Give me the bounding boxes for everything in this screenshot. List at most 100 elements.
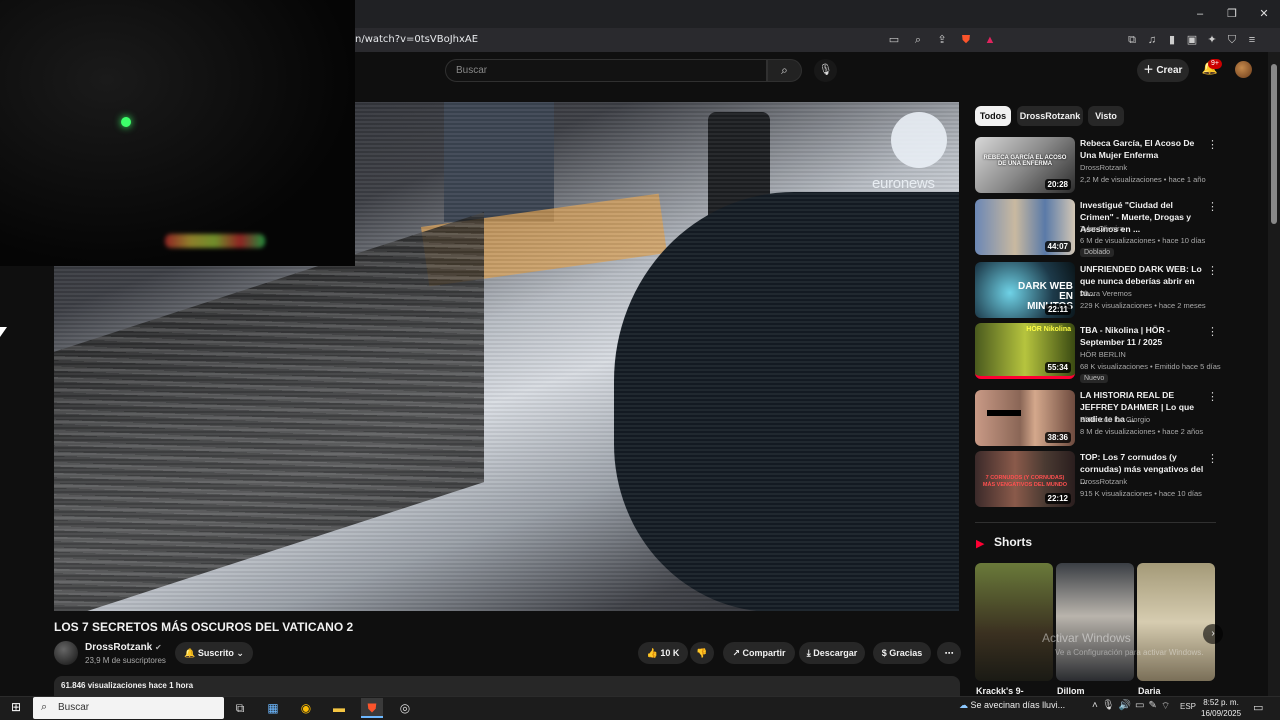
- subscriber-count: 23,9 M de suscriptores: [85, 656, 166, 665]
- video-thumbnail[interactable]: DARK WEB EN MINUTOS 22:11: [975, 262, 1075, 318]
- channel-name[interactable]: HÖR BERLIN: [1080, 350, 1126, 359]
- display-icon[interactable]: ▭: [1135, 700, 1144, 713]
- video-title[interactable]: Rebeca García, El Acoso De Una Mujer Enf…: [1080, 137, 1204, 161]
- short-thumbnail[interactable]: [1137, 563, 1215, 681]
- activate-windows-subtitle: Ve a Configuración para activar Windows.: [1055, 648, 1204, 657]
- thanks-button[interactable]: $ Gracias: [873, 642, 931, 664]
- tab-icon[interactable]: ⧉: [1124, 31, 1140, 49]
- video-meta: 2,2 M de visualizaciones • hace 1 año: [1080, 175, 1206, 184]
- like-button[interactable]: 👍 10 K: [638, 642, 688, 664]
- video-duration: 55:34: [1044, 362, 1071, 373]
- create-button[interactable]: ＋ Crear: [1137, 59, 1189, 82]
- video-title[interactable]: TBA - Nikolina | HÖR - September 11 / 20…: [1080, 324, 1204, 348]
- brave-shield-icon[interactable]: ⛊: [958, 31, 974, 49]
- address-bar-icons: ▭ ⌕ ⇪ ⛊ ▲: [886, 31, 998, 49]
- subscribed-button[interactable]: 🔔 Suscrito ⌄: [175, 642, 253, 664]
- sidebar-icon[interactable]: ▮: [1164, 31, 1180, 49]
- url-text[interactable]: n/watch?v=0tsVBoJhxAE: [355, 34, 478, 45]
- windows-start-icon[interactable]: ⊞: [8, 700, 24, 716]
- leo-icon[interactable]: ✦: [1204, 31, 1220, 49]
- microphone-icon[interactable]: 🎙: [1102, 700, 1115, 713]
- video-thumbnail[interactable]: 38:36: [975, 390, 1075, 446]
- more-actions-button[interactable]: ⋯: [937, 642, 961, 664]
- short-title[interactable]: Dillom: [1057, 686, 1085, 696]
- short-thumbnail[interactable]: [1056, 563, 1134, 681]
- more-vert-icon[interactable]: ⋮: [1207, 325, 1218, 338]
- channel-name[interactable]: DrossRotzank ✔: [85, 642, 162, 653]
- video-thumbnail[interactable]: 44:07: [975, 199, 1075, 255]
- webcam-led-strip: [165, 234, 265, 248]
- search-input[interactable]: Buscar: [445, 59, 767, 82]
- close-button[interactable]: ✕: [1248, 0, 1280, 28]
- share-button[interactable]: ↗ Compartir: [723, 642, 795, 664]
- music-icon[interactable]: ♫: [1144, 31, 1160, 49]
- views-and-date: 61.846 visualizaciones hace 1 hora: [61, 681, 194, 690]
- user-avatar[interactable]: [1235, 61, 1252, 78]
- more-vert-icon[interactable]: ⋮: [1207, 452, 1218, 465]
- activate-windows-title: Activar Windows: [1042, 631, 1131, 645]
- more-vert-icon[interactable]: ⋮: [1207, 390, 1218, 403]
- short-title[interactable]: Krackk's 9-: [976, 686, 1024, 696]
- download-label: Descargar: [813, 648, 858, 658]
- menu-icon[interactable]: ≡: [1244, 31, 1260, 49]
- notification-center-icon[interactable]: ▭: [1253, 701, 1263, 714]
- verified-icon: ✔: [155, 643, 162, 652]
- channel-name[interactable]: Ahora Veremos: [1080, 289, 1132, 298]
- channel-avatar[interactable]: [54, 641, 78, 665]
- subscribed-label: Suscrito: [197, 648, 234, 658]
- video-thumbnail[interactable]: REBECA GARCÍA EL ACOSO DE UNA ENFERMA 20…: [975, 137, 1075, 193]
- video-thumbnail[interactable]: HÖR Nikolina 55:34: [975, 323, 1075, 379]
- weather-widget[interactable]: ☁ Se avecinan días lluvi...: [959, 700, 1065, 711]
- pen-icon[interactable]: ✎: [1148, 700, 1156, 713]
- notification-badge: 9+: [1208, 59, 1222, 69]
- chip-all[interactable]: Todos: [975, 106, 1011, 126]
- short-thumbnail[interactable]: [975, 563, 1053, 681]
- chip-watched[interactable]: Visto: [1088, 106, 1124, 126]
- short-title[interactable]: Daria: [1138, 686, 1161, 696]
- video-thumbnail[interactable]: 7 CORNUDOS (Y CORNUDAS) MÁS VENGATIVOS D…: [975, 451, 1075, 507]
- rewards-icon[interactable]: ▲: [982, 31, 998, 49]
- more-vert-icon[interactable]: ⋮: [1207, 264, 1218, 277]
- chevron-right-icon[interactable]: ›: [1203, 624, 1223, 644]
- search-button[interactable]: ⌕: [767, 59, 802, 82]
- voice-search-button[interactable]: 🎙: [814, 59, 837, 82]
- language-indicator[interactable]: ESP: [1180, 702, 1196, 711]
- chip-channel[interactable]: DrossRotzank: [1017, 106, 1083, 126]
- brave-icon[interactable]: ⛊: [361, 698, 383, 718]
- store-icon[interactable]: ▦: [262, 698, 284, 718]
- vpn-icon[interactable]: ⛉: [1224, 31, 1240, 49]
- create-label: Crear: [1156, 65, 1183, 76]
- wallet-icon[interactable]: ▣: [1184, 31, 1200, 49]
- dislike-button[interactable]: 👎: [690, 642, 714, 664]
- zoom-icon[interactable]: ⌕: [910, 31, 926, 49]
- download-button[interactable]: ⤓ Descargar: [799, 642, 865, 664]
- wifi-icon[interactable]: ⌔: [1161, 700, 1170, 713]
- channel-name[interactable]: El Rincón De Giorgio: [1080, 415, 1150, 424]
- more-vert-icon[interactable]: ⋮: [1207, 200, 1218, 213]
- taskbar-search-input[interactable]: Buscar: [33, 697, 224, 719]
- task-view-icon[interactable]: ⧉: [229, 698, 251, 718]
- channel-name[interactable]: DrossRotzank: [1080, 477, 1127, 486]
- channel-name[interactable]: Tyler Oliveira: [1080, 224, 1124, 233]
- video-meta: 68 K visualizaciones • Emitido hace 5 dí…: [1080, 362, 1221, 371]
- volume-icon[interactable]: 🔊: [1119, 700, 1131, 713]
- share-icon[interactable]: ⇪: [934, 31, 950, 49]
- thanks-label: Gracias: [889, 648, 923, 658]
- file-explorer-icon[interactable]: ▬: [328, 698, 350, 718]
- search-icon: ⌕: [781, 63, 788, 77]
- section-divider: [975, 522, 1216, 523]
- obs-icon[interactable]: ◎: [394, 698, 416, 718]
- weather-text: Se avecinan días lluvi...: [970, 700, 1066, 710]
- channel-name[interactable]: DrossRotzank: [1080, 163, 1127, 172]
- taskbar-clock[interactable]: 8:52 p. m. 16/09/2025: [1201, 697, 1241, 719]
- scrollbar-thumb[interactable]: [1271, 64, 1277, 224]
- chevron-up-icon[interactable]: ˄: [1092, 700, 1098, 713]
- maximize-button[interactable]: ❐: [1216, 0, 1248, 28]
- video-duration: 20:28: [1044, 179, 1071, 190]
- chrome-icon[interactable]: ◉: [295, 698, 317, 718]
- video-duration: 22:11: [1044, 304, 1071, 315]
- more-vert-icon[interactable]: ⋮: [1207, 138, 1218, 151]
- channel-name-text: DrossRotzank: [85, 642, 153, 653]
- screen-icon[interactable]: ▭: [886, 31, 902, 49]
- minimize-button[interactable]: –: [1184, 0, 1216, 28]
